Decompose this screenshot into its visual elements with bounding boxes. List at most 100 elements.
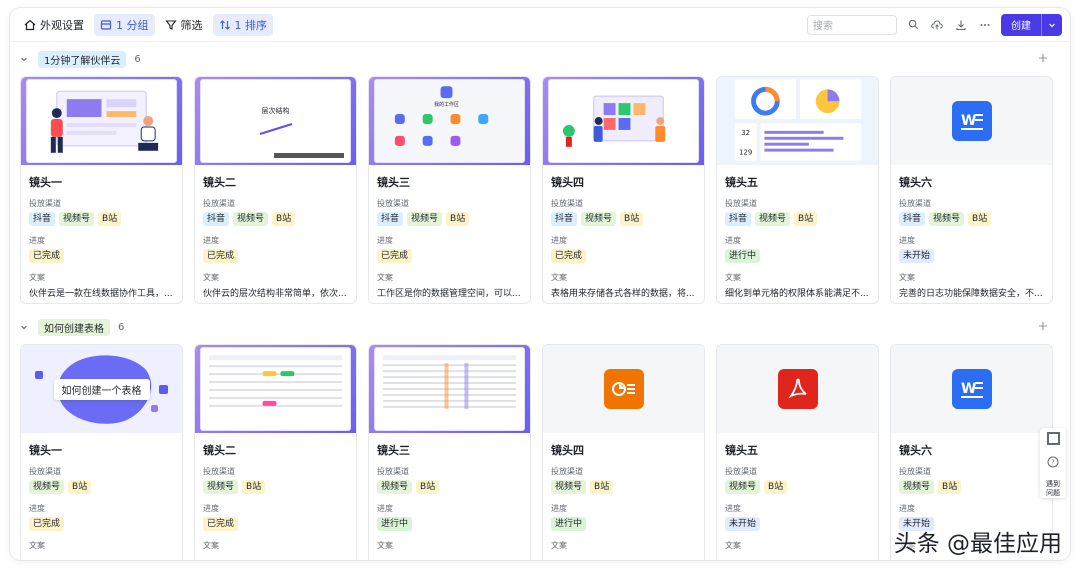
group-header[interactable]: 如何创建表格 6 xyxy=(10,310,1070,344)
help-label[interactable]: 遇到 问题 xyxy=(1046,480,1060,498)
status-badge: 进行中 xyxy=(725,249,761,263)
copy-label: 文案 xyxy=(899,273,915,282)
sort-icon xyxy=(219,19,231,31)
card[interactable]: 镜头三 投放渠道 视频号 B站 进度 进行中 文案 xyxy=(368,344,531,560)
status-badge: 已完成 xyxy=(203,517,239,531)
appearance-label: 外观设置 xyxy=(40,18,84,32)
tag-bilibili: B站 xyxy=(938,480,962,494)
card[interactable]: 镜头一 投放渠道 抖音 视频号 B站 进度 已完成 文案 伙伴云是一款在线数据协… xyxy=(20,76,183,304)
table-screenshot-illustration xyxy=(382,355,517,409)
card[interactable]: 镜头二 投放渠道 视频号 B站 进度 已完成 文案 xyxy=(194,344,357,560)
copy-text: 细化到单元格的权限体系能满足不... xyxy=(725,289,869,299)
cover-heading: 层次结构 xyxy=(261,107,290,115)
channel-label: 投放渠道 xyxy=(203,199,235,208)
qr-code-icon[interactable] xyxy=(1046,432,1060,445)
create-button[interactable]: 创建 xyxy=(1001,13,1062,36)
status-badge: 已完成 xyxy=(377,249,413,263)
dashboard-illustration: 32 129 xyxy=(734,79,862,161)
card-title: 镜头五 xyxy=(725,444,758,457)
search-icon[interactable] xyxy=(905,17,921,33)
plus-icon[interactable] xyxy=(1038,319,1048,335)
status-badge: 已完成 xyxy=(29,517,65,531)
sort-button[interactable]: 1 排序 xyxy=(212,13,273,36)
download-icon[interactable] xyxy=(953,17,969,33)
status-badge: 未开始 xyxy=(725,517,761,531)
stat-value: 129 xyxy=(739,149,752,157)
copy-label: 文案 xyxy=(29,541,45,550)
status-badge: 进行中 xyxy=(377,517,413,531)
tag-shipinhao: 视频号 xyxy=(725,480,761,494)
copy-label: 文案 xyxy=(377,273,393,282)
copy-label: 文案 xyxy=(203,273,219,282)
upload-icon[interactable] xyxy=(929,17,945,33)
cover-image: W xyxy=(891,345,1052,433)
tag-shipinhao: 视频号 xyxy=(203,480,239,494)
channel-label: 投放渠道 xyxy=(551,467,583,476)
card[interactable]: 镜头四 投放渠道 抖音 视频号 B站 进度 已完成 文案 表格用来存储各式各样的… xyxy=(542,76,705,304)
channel-label: 投放渠道 xyxy=(203,467,235,476)
cover-image: 如何创建一个表格 xyxy=(21,345,182,433)
tag-douyin: 抖音 xyxy=(725,212,752,226)
card[interactable]: 我的工作区 镜头三 投放渠道 抖音 视频号 B站 进度 已完成 文案 工作区是你… xyxy=(368,76,531,304)
chevron-down-icon[interactable] xyxy=(20,322,30,332)
tag-shipinhao: 视频号 xyxy=(377,480,413,494)
tag-shipinhao: 视频号 xyxy=(755,212,791,226)
card[interactable]: 镜头四 投放渠道 视频号 B站 进度 进行中 文案 xyxy=(542,344,705,560)
svg-text:W: W xyxy=(961,381,976,397)
channel-label: 投放渠道 xyxy=(377,199,409,208)
filter-button[interactable]: 筛选 xyxy=(159,14,209,36)
chevron-down-icon[interactable] xyxy=(20,54,30,64)
watermark: 头条 @最佳应用 xyxy=(893,531,1062,557)
filter-label: 筛选 xyxy=(180,18,203,32)
progress-label: 进度 xyxy=(377,236,393,245)
channel-label: 投放渠道 xyxy=(29,199,61,208)
progress-label: 进度 xyxy=(29,236,45,245)
tag-shipinhao: 视频号 xyxy=(581,212,617,226)
tag-bilibili: B站 xyxy=(416,480,440,494)
group-header[interactable]: 1分钟了解伙伴云 6 xyxy=(10,42,1070,76)
tag-bilibili: B站 xyxy=(590,480,614,494)
tag-douyin: 抖音 xyxy=(551,212,578,226)
search-input[interactable]: 搜索 xyxy=(807,14,897,35)
create-label: 创建 xyxy=(1011,21,1031,32)
cover-image xyxy=(543,77,704,165)
cover-image: 层次结构 xyxy=(195,77,356,165)
progress-label: 进度 xyxy=(551,236,567,245)
plus-icon[interactable] xyxy=(1038,51,1048,67)
card[interactable]: 镜头五 投放渠道 视频号 B站 进度 未开始 文案 xyxy=(716,344,879,560)
word-file-icon: W xyxy=(951,101,992,141)
progress-label: 进度 xyxy=(203,236,219,245)
status-badge: 进行中 xyxy=(551,517,587,531)
status-badge: 已完成 xyxy=(203,249,239,263)
chevron-down-icon[interactable] xyxy=(1041,13,1062,36)
copy-text: 工作区是你的数据管理空间，可以... xyxy=(377,289,521,299)
side-float-panel: ? 遇到 问题 xyxy=(1040,428,1066,498)
app-frame: 外观设置 1 分组 筛选 1 排序 搜索 创建 1分钟了解伙伴云 6 镜头一 投… xyxy=(10,8,1070,560)
card[interactable]: W 镜头六 投放渠道 抖音 视频号 B站 进度 未开始 文案 完善的日志功能保障… xyxy=(890,76,1053,304)
cover-image: 32 129 xyxy=(717,77,878,165)
tag-douyin: 抖音 xyxy=(899,212,926,226)
group-button[interactable]: 1 分组 xyxy=(94,13,155,36)
help-icon[interactable]: ? xyxy=(1047,453,1059,472)
group-label: 1 分组 xyxy=(116,18,149,32)
card[interactable]: 32 129 镜头五 投放渠道 抖音 视频号 B站 进度 进行中 文案 细化到单… xyxy=(716,76,879,304)
copy-label: 文案 xyxy=(29,273,45,282)
channel-label: 投放渠道 xyxy=(899,199,931,208)
copy-label: 文案 xyxy=(551,273,567,282)
tag-douyin: 抖音 xyxy=(29,212,56,226)
appearance-settings-button[interactable]: 外观设置 xyxy=(18,14,90,36)
tag-bilibili: B站 xyxy=(272,212,296,226)
card-title: 镜头三 xyxy=(377,444,410,457)
tag-douyin: 抖音 xyxy=(203,212,230,226)
cover-image: W xyxy=(891,77,1052,165)
card[interactable]: 如何创建一个表格 镜头一 投放渠道 视频号 B站 进度 已完成 文案 xyxy=(20,344,183,560)
status-badge: 已完成 xyxy=(29,249,65,263)
status-badge: 未开始 xyxy=(899,249,935,263)
tag-shipinhao: 视频号 xyxy=(551,480,587,494)
tag-bilibili: B站 xyxy=(764,480,788,494)
more-icon[interactable] xyxy=(977,17,993,33)
tag-shipinhao: 视频号 xyxy=(929,212,965,226)
channel-label: 投放渠道 xyxy=(899,467,931,476)
tag-shipinhao: 视频号 xyxy=(407,212,443,226)
card[interactable]: 层次结构 镜头二 投放渠道 抖音 视频号 B站 进度 已完成 文案 伙伴云的层次… xyxy=(194,76,357,304)
